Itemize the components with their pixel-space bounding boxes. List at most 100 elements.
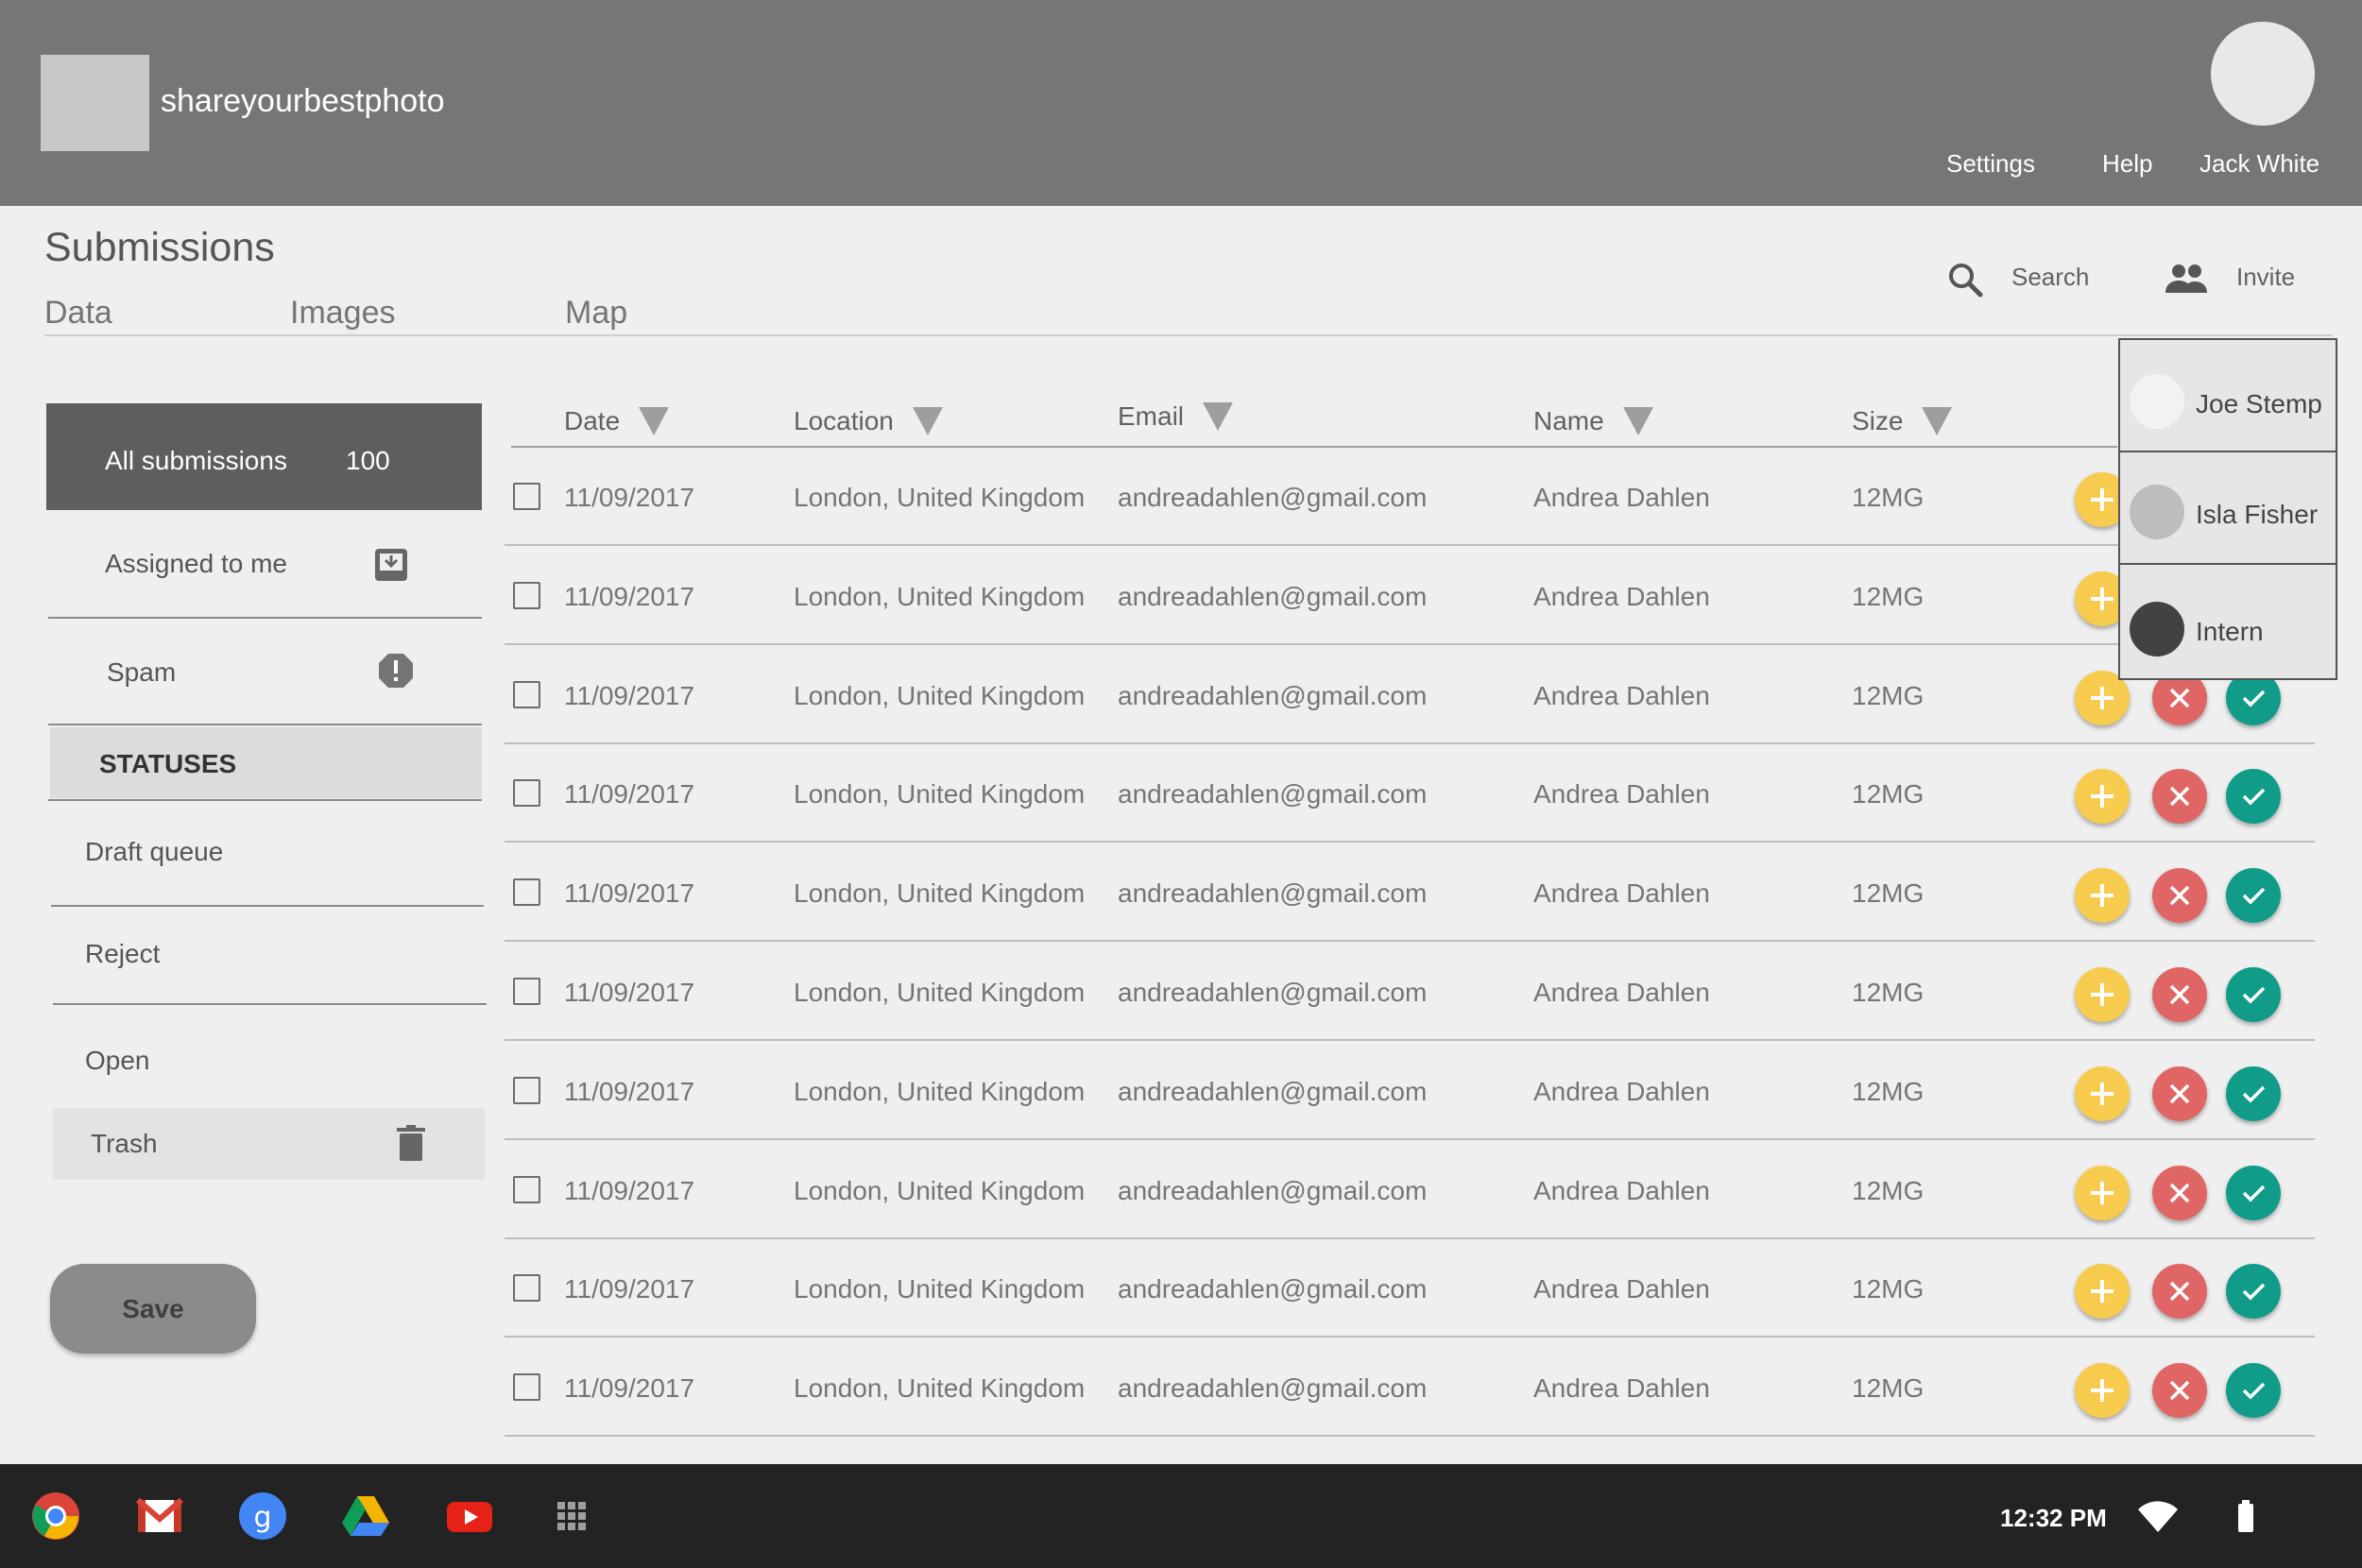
sidebar-item-reject[interactable]: Reject <box>50 909 482 1003</box>
tab-data[interactable]: Data <box>44 295 112 332</box>
accept-button[interactable] <box>2226 1165 2281 1220</box>
accept-button[interactable] <box>2226 967 2281 1022</box>
cell-size: 12MG <box>1852 878 1925 909</box>
add-button[interactable] <box>2075 769 2130 825</box>
settings-link[interactable]: Settings <box>1946 149 2035 179</box>
plus-icon <box>2091 686 2114 709</box>
system-clock[interactable]: 12:32 PM <box>2000 1504 2107 1533</box>
cell-size: 12MG <box>1852 1373 1925 1404</box>
invite-person-item[interactable]: Isla Fisher <box>2120 452 2336 565</box>
invite-button[interactable]: Invite <box>2236 263 2295 292</box>
youtube-icon[interactable] <box>444 1491 495 1542</box>
app-title[interactable]: shareyourbestphoto <box>161 83 445 120</box>
row-checkbox[interactable] <box>513 680 540 708</box>
column-header-name[interactable]: Name <box>1533 406 1653 436</box>
sidebar-item-spam[interactable]: Spam <box>50 623 482 725</box>
gmail-icon[interactable] <box>134 1491 185 1542</box>
column-header-location[interactable]: Location <box>794 406 943 436</box>
table-row[interactable]: 11/09/2017 London, United Kingdom andreada… <box>505 1140 2315 1239</box>
add-button[interactable] <box>2075 868 2130 924</box>
add-button[interactable] <box>2075 1065 2130 1121</box>
table-row[interactable]: 11/09/2017 London, United Kingdom andreada… <box>505 743 2315 844</box>
row-checkbox[interactable] <box>513 1175 540 1203</box>
chrome-icon[interactable] <box>30 1491 81 1542</box>
table-row[interactable]: 11/09/2017 London, United Kingdom andreada… <box>505 1238 2315 1338</box>
help-link[interactable]: Help <box>2102 149 2152 179</box>
row-checkbox[interactable] <box>513 1373 540 1402</box>
reject-button[interactable] <box>2152 1363 2207 1419</box>
sidebar-item-open[interactable]: Open <box>50 1009 482 1103</box>
reject-button[interactable] <box>2152 769 2207 825</box>
table-row[interactable]: 11/09/2017 London, United Kingdom andreada… <box>505 942 2315 1041</box>
reject-button[interactable] <box>2152 868 2207 924</box>
plus-icon <box>2091 983 2114 1006</box>
add-button[interactable] <box>2075 1165 2130 1220</box>
table-row[interactable]: 11/09/2017 London, United Kingdom andreada… <box>505 1041 2315 1140</box>
user-name-link[interactable]: Jack White <box>2199 149 2319 179</box>
cell-name: Andrea Dahlen <box>1533 978 1710 1007</box>
accept-button[interactable] <box>2226 1264 2281 1320</box>
table-row[interactable]: 11/09/2017 London, United Kingdom andreada… <box>505 447 2315 546</box>
cell-date: 11/09/2017 <box>564 1274 695 1304</box>
wifi-icon[interactable] <box>2132 1491 2183 1542</box>
tab-images[interactable]: Images <box>290 295 396 332</box>
row-checkbox[interactable] <box>513 978 540 1005</box>
sort-arrow-icon[interactable] <box>1622 407 1653 435</box>
app-launcher-icon[interactable] <box>546 1491 597 1542</box>
sort-arrow-icon[interactable] <box>639 407 670 435</box>
reject-button[interactable] <box>2152 1065 2207 1121</box>
close-icon <box>2169 1183 2190 1202</box>
google-plus-icon[interactable]: g <box>237 1491 288 1542</box>
accept-button[interactable] <box>2226 769 2281 825</box>
close-icon <box>2169 984 2190 1005</box>
check-icon <box>2242 1185 2266 1202</box>
reject-button[interactable] <box>2152 1264 2207 1320</box>
search-button[interactable]: Search <box>2011 263 2089 292</box>
row-checkbox[interactable] <box>513 779 540 808</box>
add-button[interactable] <box>2075 967 2130 1022</box>
table-row[interactable]: 11/09/2017 London, United Kingdom andreada… <box>505 546 2315 645</box>
sidebar-item-trash[interactable]: Trash <box>53 1108 485 1180</box>
alert-octagon-icon <box>378 653 414 695</box>
invite-person-item[interactable]: Joe Stemp <box>2120 340 2336 452</box>
cell-date: 11/09/2017 <box>564 1076 695 1106</box>
cell-name: Andrea Dahlen <box>1533 483 1710 512</box>
sidebar-item-draft-queue[interactable]: Draft queue <box>50 803 482 905</box>
reject-button[interactable] <box>2152 967 2207 1022</box>
row-checkbox[interactable] <box>513 878 540 907</box>
drive-icon[interactable] <box>340 1491 391 1542</box>
sidebar-divider <box>53 1003 487 1005</box>
battery-icon[interactable] <box>2220 1491 2271 1542</box>
reject-button[interactable] <box>2152 1165 2207 1220</box>
accept-button[interactable] <box>2226 868 2281 924</box>
sidebar-item-all-submissions[interactable]: All submissions 100 <box>46 403 482 510</box>
sort-arrow-icon[interactable] <box>912 407 943 435</box>
user-avatar[interactable] <box>2211 22 2315 126</box>
table-row[interactable]: 11/09/2017 London, United Kingdom andreada… <box>505 645 2315 744</box>
search-icon[interactable] <box>1946 261 1984 303</box>
people-icon[interactable] <box>2164 263 2209 299</box>
accept-button[interactable] <box>2226 1065 2281 1121</box>
column-header-date[interactable]: Date <box>564 406 670 436</box>
invite-person-item[interactable]: Intern <box>2120 567 2336 679</box>
tab-map[interactable]: Map <box>565 295 627 332</box>
sort-arrow-icon[interactable] <box>1922 407 1953 435</box>
save-button[interactable]: Save <box>50 1264 256 1354</box>
close-icon <box>2169 688 2190 707</box>
row-checkbox[interactable] <box>513 1076 540 1104</box>
sidebar-item-assigned[interactable]: Assigned to me <box>50 515 482 619</box>
column-header-email[interactable]: Email <box>1118 401 1234 432</box>
sort-arrow-icon[interactable] <box>1203 402 1234 431</box>
row-checkbox[interactable] <box>513 483 540 510</box>
column-header-size[interactable]: Size <box>1852 406 1953 436</box>
add-button[interactable] <box>2075 1264 2130 1320</box>
add-button[interactable] <box>2075 1363 2130 1419</box>
accept-button[interactable] <box>2226 1363 2281 1419</box>
row-checkbox[interactable] <box>513 1274 540 1303</box>
close-icon <box>2169 885 2190 906</box>
logo-placeholder[interactable] <box>41 55 149 151</box>
table-row[interactable]: 11/09/2017 London, United Kingdom andreada… <box>505 843 2315 943</box>
submission-count: 100 <box>346 446 390 475</box>
table-row[interactable]: 11/09/2017 London, United Kingdom andreada… <box>505 1338 2315 1438</box>
row-checkbox[interactable] <box>513 581 540 609</box>
